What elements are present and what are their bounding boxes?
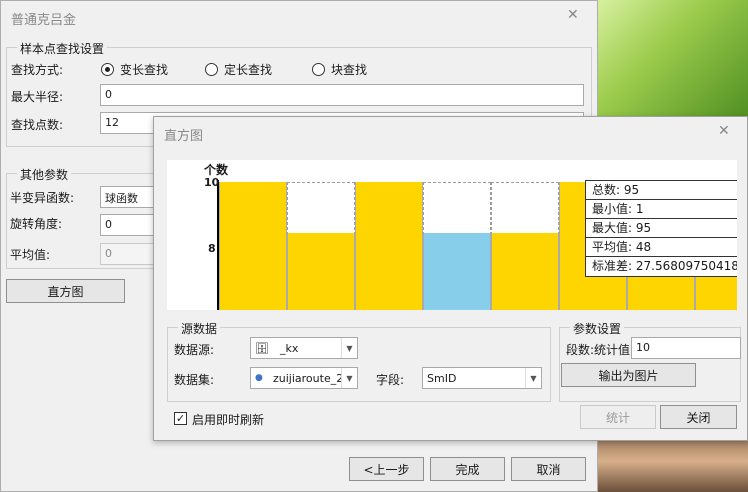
- radio-fixed-length[interactable]: 定长查找: [205, 61, 272, 78]
- max-radius-input[interactable]: 0: [100, 84, 584, 106]
- group-label: 源数据: [178, 320, 221, 337]
- histogram-bar[interactable]: [287, 233, 355, 310]
- dataset-label: 数据集:: [174, 373, 215, 387]
- group-label: 其他参数: [17, 166, 72, 183]
- stat-total: 总数: 95: [586, 181, 737, 200]
- statistics-button[interactable]: 统计: [580, 405, 656, 429]
- close-icon[interactable]: ✕: [567, 7, 579, 23]
- stat-max: 最大值: 95: [586, 219, 737, 238]
- radio-variable-length[interactable]: 变长查找: [101, 61, 168, 78]
- histogram-chart: 个数 10 8 总数: 95 最小值: 1 最大值: 95 平均值: 48 标准…: [167, 160, 737, 310]
- realtime-refresh-label: 启用即时刷新: [192, 413, 265, 427]
- datasource-label: 数据源:: [174, 343, 215, 357]
- close-button[interactable]: 关闭: [660, 405, 737, 429]
- radio-label: 块查找: [331, 63, 368, 77]
- radio-dot: [101, 63, 114, 76]
- source-data-group: 源数据: [167, 320, 551, 402]
- histogram-dialog: 直方图 ✕ 个数 10 8 总数: 95 最小值: 1 最大值: 95 平均值:…: [153, 116, 748, 441]
- histogram-button[interactable]: 直方图: [6, 279, 125, 303]
- histogram-bar[interactable]: [355, 182, 423, 310]
- stat-mean: 平均值: 48: [586, 238, 737, 257]
- radio-label: 定长查找: [224, 63, 273, 77]
- mean-input[interactable]: 0: [100, 243, 160, 265]
- chevron-down-icon: ▼: [341, 338, 357, 358]
- find-mode-label: 查找方式:: [11, 63, 64, 77]
- y-tick-label: 8: [208, 242, 216, 255]
- rotation-label: 旋转角度:: [10, 217, 63, 231]
- histogram-bar[interactable]: [423, 233, 491, 310]
- max-radius-label: 最大半径:: [11, 90, 64, 104]
- radio-block[interactable]: 块查找: [312, 61, 367, 78]
- segments-input[interactable]: 10: [631, 337, 741, 359]
- chevron-down-icon: ▼: [341, 368, 357, 388]
- radio-dot: [205, 63, 218, 76]
- finish-button[interactable]: 完成: [430, 457, 505, 481]
- rotation-input[interactable]: 0: [100, 214, 160, 236]
- histogram-bar[interactable]: [219, 182, 287, 310]
- find-count-label: 查找点数:: [11, 118, 64, 132]
- map-background-top: [598, 0, 748, 120]
- combo-value: SmID: [427, 371, 457, 385]
- mean-label: 平均值:: [10, 248, 51, 262]
- point-dataset-icon: ●: [255, 373, 263, 383]
- combo-value: _kx: [280, 341, 299, 355]
- chevron-down-icon: ▼: [525, 368, 541, 388]
- variogram-label: 半变异函数:: [10, 191, 75, 205]
- stats-panel: 总数: 95 最小值: 1 最大值: 95 平均值: 48 标准差: 27.56…: [585, 180, 737, 277]
- y-tick-label: 10: [204, 176, 220, 189]
- close-icon[interactable]: ✕: [718, 123, 730, 139]
- variogram-select[interactable]: 球函数: [100, 186, 160, 208]
- combo-value: zuijiaroute_2: [273, 371, 341, 385]
- stat-min: 最小值: 1: [586, 200, 737, 219]
- dialog-title: 直方图: [164, 129, 204, 144]
- radio-dot: [312, 63, 325, 76]
- radio-label: 变长查找: [120, 63, 169, 77]
- dialog-title: 普通克吕金: [11, 13, 77, 28]
- group-label: 参数设置: [570, 320, 625, 337]
- group-label: 样本点查找设置: [17, 40, 108, 57]
- segments-label: 段数:统计值: [565, 343, 630, 357]
- prev-step-button[interactable]: <上一步: [349, 457, 424, 481]
- datasource-combo[interactable]: 🗄 _kx ▼: [250, 337, 358, 359]
- cancel-button[interactable]: 取消: [511, 457, 586, 481]
- field-label: 字段:: [376, 373, 405, 387]
- field-combo[interactable]: SmID ▼: [422, 367, 542, 389]
- realtime-refresh-checkbox[interactable]: ✓: [174, 412, 187, 425]
- export-image-button[interactable]: 输出为图片: [561, 363, 696, 387]
- histogram-bar[interactable]: [491, 233, 559, 310]
- stat-stddev: 标准差: 27.568097504180: [592, 259, 737, 273]
- dataset-combo[interactable]: ● zuijiaroute_2 ▼: [250, 367, 358, 389]
